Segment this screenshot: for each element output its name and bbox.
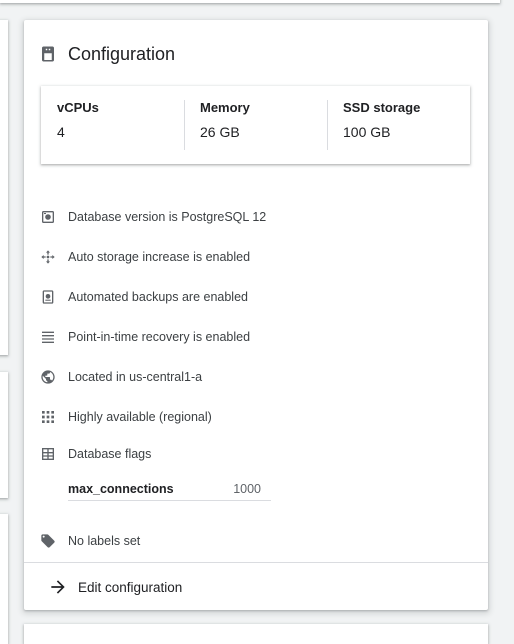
background-card-left-1 <box>0 20 8 355</box>
database-flag-row: max_connections 1000 <box>68 478 271 501</box>
spec-label: Memory <box>200 100 250 115</box>
label-tag-icon <box>40 533 56 549</box>
instance-icon <box>39 45 57 63</box>
grid-icon <box>40 409 56 425</box>
background-card-left-3 <box>0 514 8 644</box>
arrow-right-icon <box>48 577 68 597</box>
feature-text: Located in us-central1-a <box>68 370 203 384</box>
card-title: Configuration <box>68 43 176 64</box>
backup-icon <box>40 289 56 305</box>
flag-name: max_connections <box>68 482 174 496</box>
divider <box>24 562 488 563</box>
feature-text: Highly available (regional) <box>68 410 212 424</box>
background-card-top <box>0 0 500 3</box>
feature-database-flags: Database flags <box>40 443 151 465</box>
spec-label: vCPUs <box>57 100 99 115</box>
feature-text: Database version is PostgreSQL 12 <box>68 210 267 224</box>
flag-value: 1000 <box>233 482 261 496</box>
feature-point-in-time-recovery: Point-in-time recovery is enabled <box>40 326 250 348</box>
database-version-icon <box>40 209 56 225</box>
feature-high-availability: Highly available (regional) <box>40 406 212 428</box>
feature-backups: Automated backups are enabled <box>40 286 248 308</box>
card-header: Configuration <box>39 42 175 66</box>
spec-vcpus: vCPUs 4 <box>41 86 184 164</box>
feature-text: Auto storage increase is enabled <box>68 250 251 264</box>
spec-memory: Memory 26 GB <box>184 86 327 164</box>
spec-label: SSD storage <box>343 100 421 115</box>
labels-text: No labels set <box>68 534 141 548</box>
feature-auto-storage: Auto storage increase is enabled <box>40 246 250 268</box>
table-icon <box>40 446 56 462</box>
globe-icon <box>40 369 56 385</box>
feature-text: Point-in-time recovery is enabled <box>68 330 251 344</box>
spec-value: 26 GB <box>200 124 240 140</box>
edit-configuration-label: Edit configuration <box>78 579 183 595</box>
background-card-bottom <box>24 624 488 644</box>
configuration-card: Configuration vCPUs 4 Memory 26 GB SSD s… <box>24 20 488 610</box>
spec-value: 100 GB <box>343 124 391 140</box>
machine-specs: vCPUs 4 Memory 26 GB SSD storage 100 GB <box>41 86 470 164</box>
feature-location: Located in us-central1-a <box>40 366 202 388</box>
spec-ssd-storage: SSD storage 100 GB <box>327 86 470 164</box>
recovery-icon <box>40 329 56 345</box>
spec-value: 4 <box>57 124 65 140</box>
auto-storage-icon <box>40 249 56 265</box>
labels-row: No labels set <box>40 530 140 552</box>
edit-configuration-link[interactable]: Edit configuration <box>38 574 182 600</box>
feature-database-version: Database version is PostgreSQL 12 <box>40 206 266 228</box>
feature-text: Database flags <box>68 447 152 461</box>
background-card-left-2 <box>0 372 8 498</box>
feature-text: Automated backups are enabled <box>68 290 248 304</box>
